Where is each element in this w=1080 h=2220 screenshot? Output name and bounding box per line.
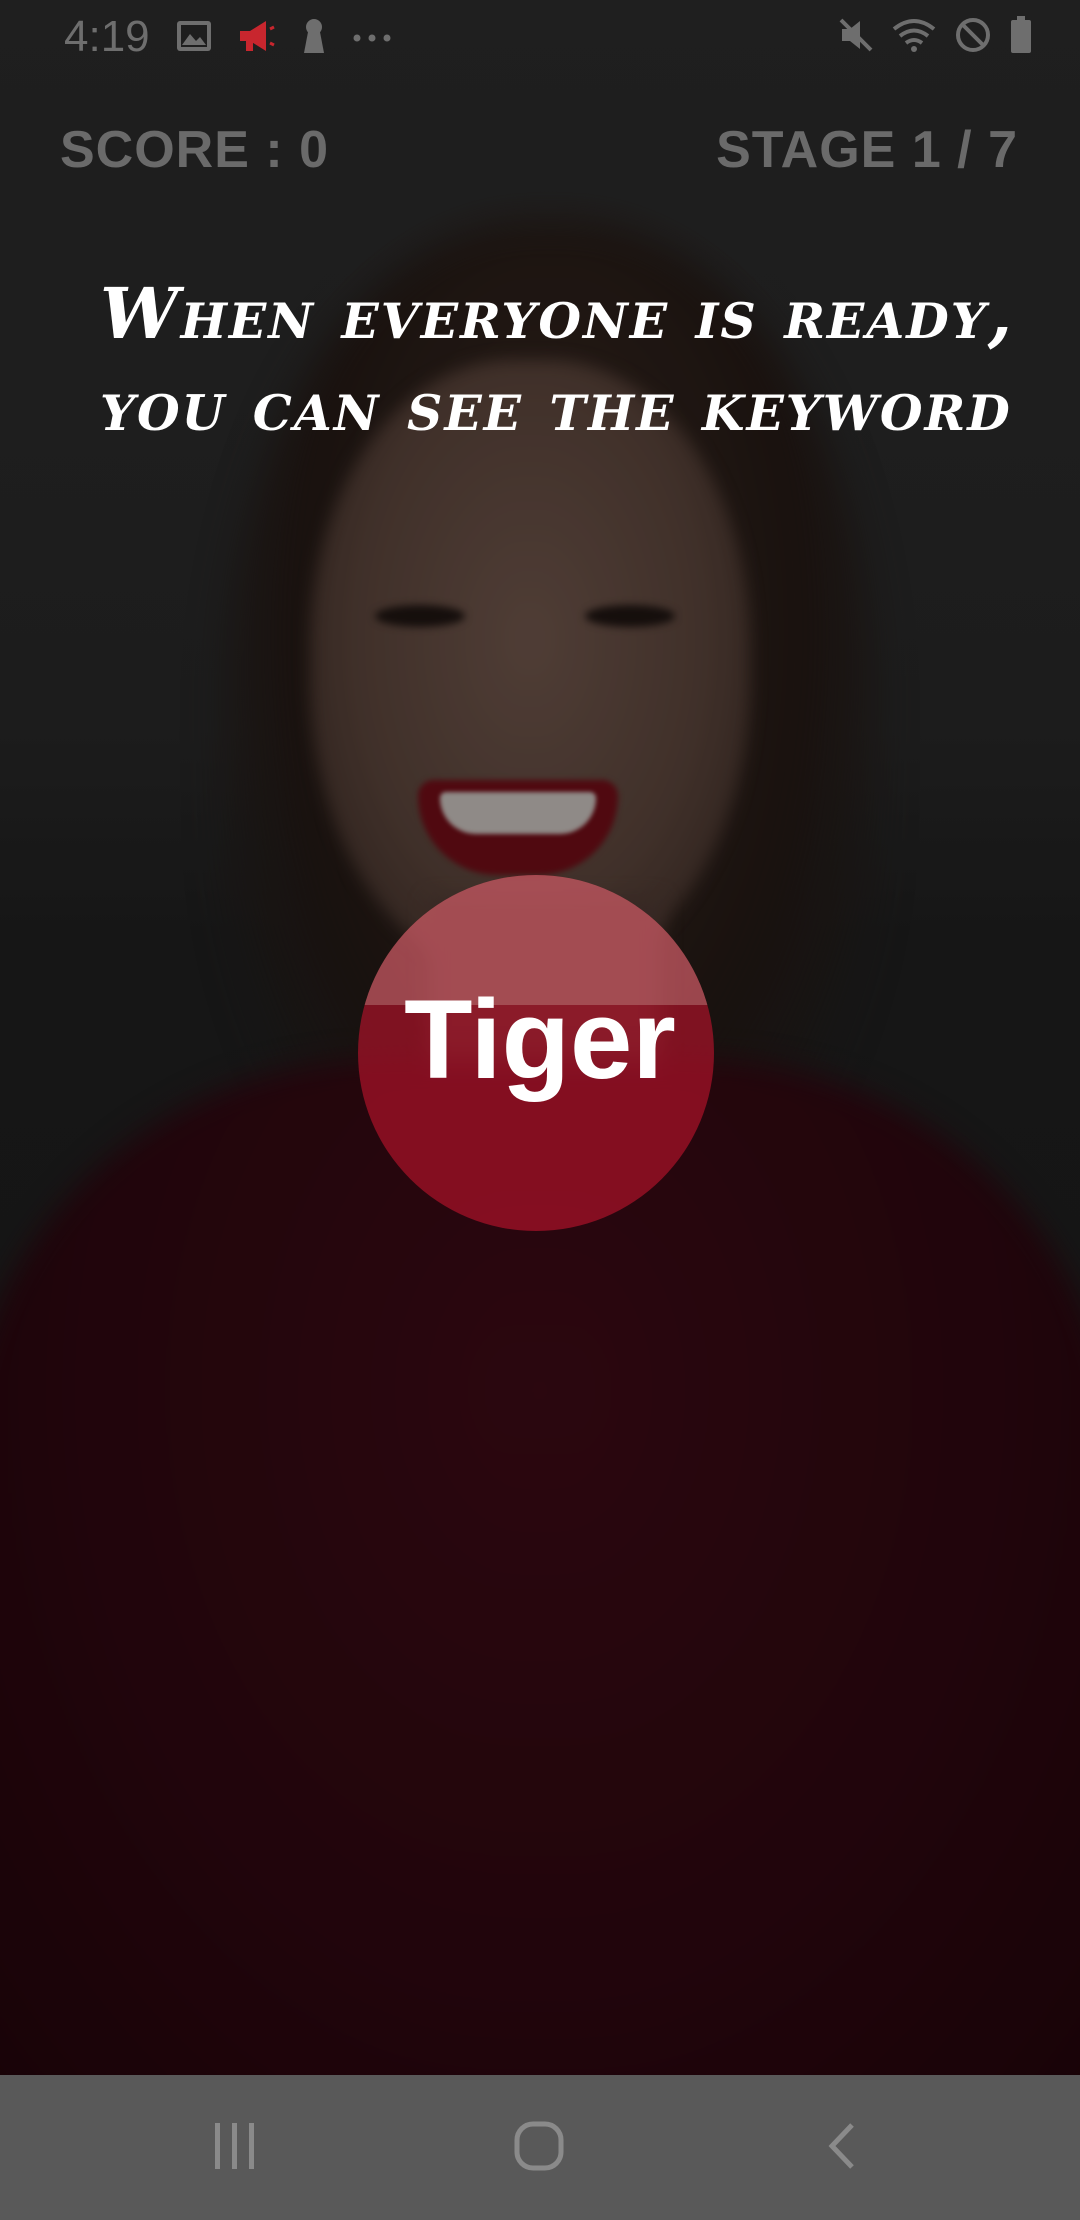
score-label: SCORE : 0 xyxy=(60,121,330,179)
keyword-text: Tiger xyxy=(404,977,676,1102)
more-dots-icon xyxy=(352,30,392,48)
do-not-disturb-icon xyxy=(954,16,992,59)
instruction-text: When everyone is ready, you can see the … xyxy=(100,268,1040,452)
keyhole-icon xyxy=(302,18,326,59)
megaphone-icon xyxy=(238,19,276,58)
recent-apps-button[interactable] xyxy=(190,2113,280,2183)
wifi-icon xyxy=(892,17,936,58)
home-icon xyxy=(513,2120,565,2177)
recent-apps-icon xyxy=(211,2121,259,2176)
stage-label: STAGE 1 / 7 xyxy=(716,121,1018,179)
home-button[interactable] xyxy=(494,2113,584,2183)
image-icon xyxy=(176,20,212,57)
back-button[interactable] xyxy=(796,2113,886,2183)
back-icon xyxy=(824,2121,858,2176)
instruction-line-2: you can see the keyword xyxy=(100,364,1012,447)
status-right-icons xyxy=(838,16,1032,59)
battery-icon xyxy=(1010,16,1032,59)
mute-icon xyxy=(838,17,874,58)
status-time: 4:19 xyxy=(64,12,150,61)
navigation-bar xyxy=(0,2075,1080,2220)
status-left-icons xyxy=(176,18,392,59)
status-bar: 4:19 xyxy=(0,0,1080,72)
instruction-line-1: When everyone is ready, xyxy=(100,272,1015,355)
